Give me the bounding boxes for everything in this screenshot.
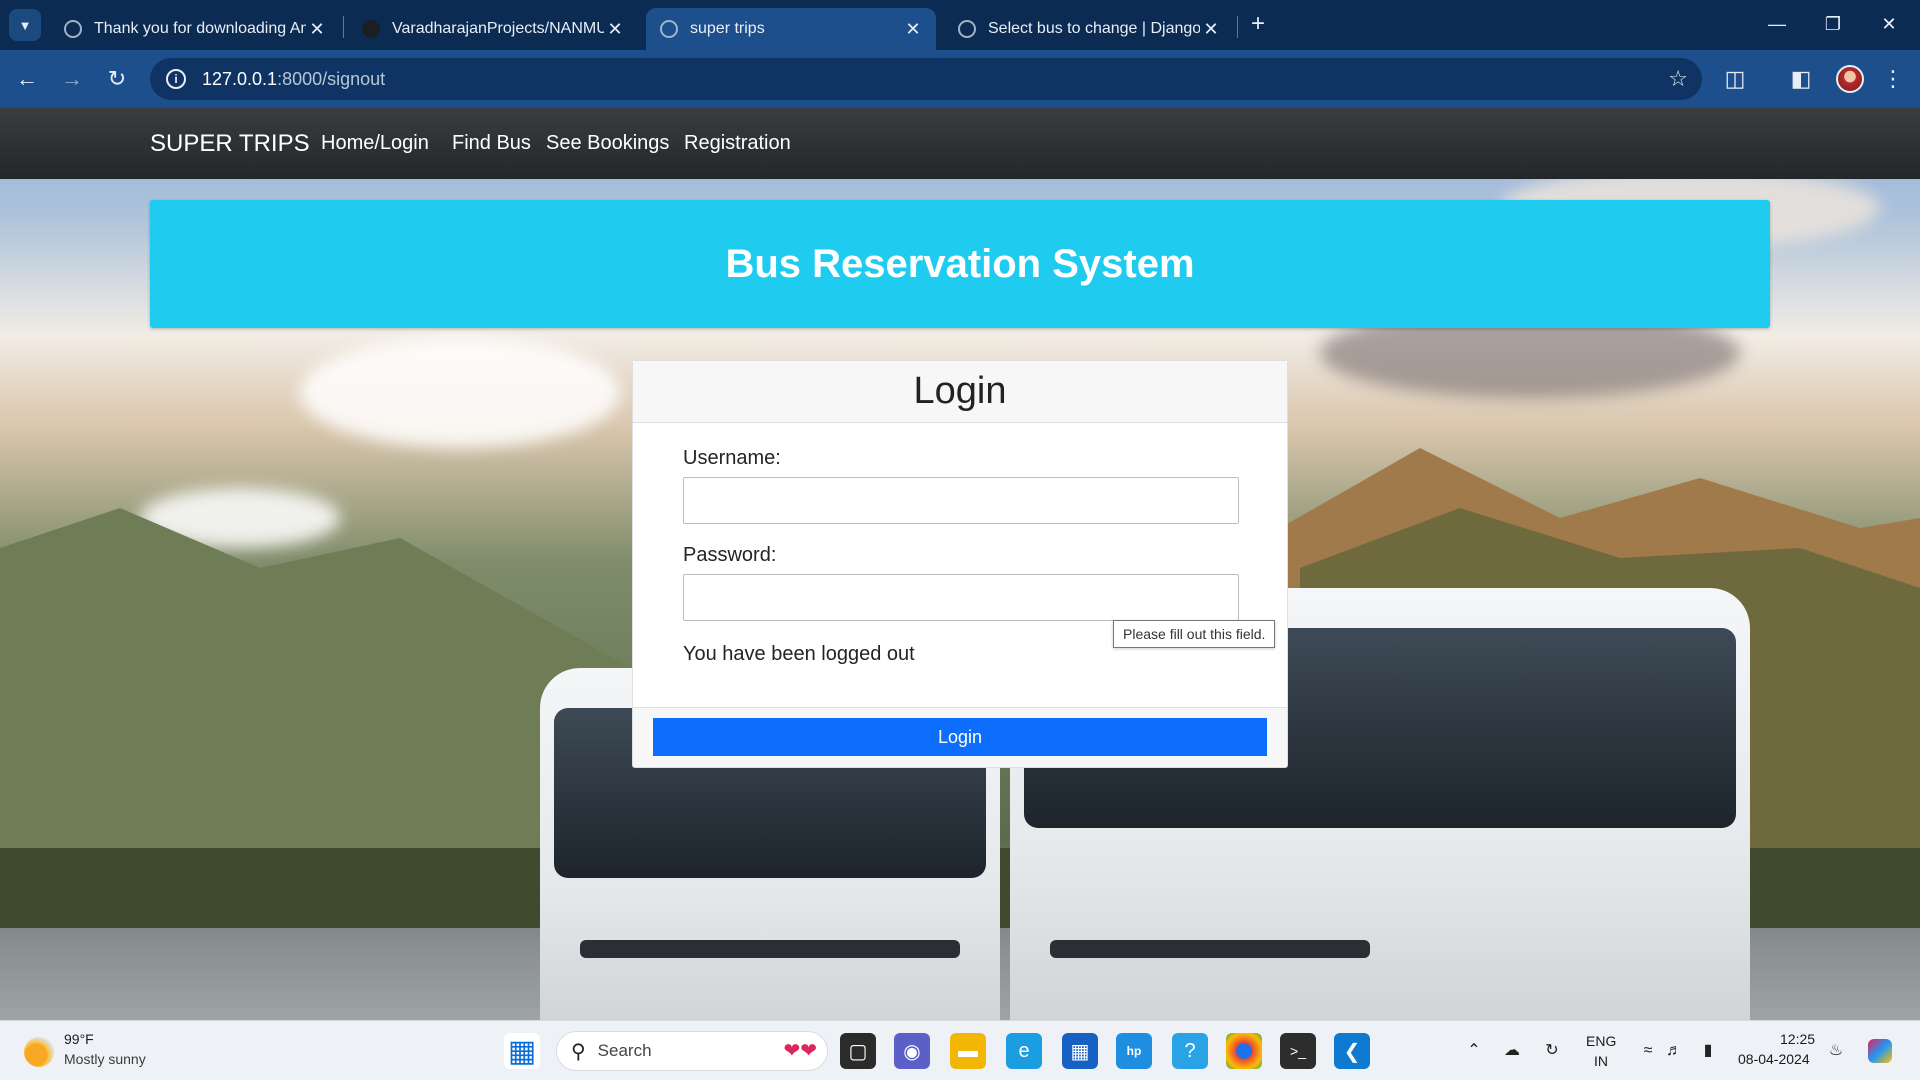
reload-icon[interactable]: ↻ bbox=[100, 62, 134, 96]
windows-taskbar: 99°F Mostly sunny ▦ ⚲ Search ❤❤ ▢ ◉ ▬ e … bbox=[0, 1020, 1920, 1080]
side-panel-icon[interactable]: ◧ bbox=[1784, 62, 1818, 96]
weather-desc: Mostly sunny bbox=[64, 1051, 146, 1067]
close-icon[interactable]: ✕ bbox=[1200, 19, 1222, 40]
nav-home-login[interactable]: Home/Login bbox=[321, 132, 429, 155]
teams-chat-icon[interactable]: ◉ bbox=[894, 1033, 930, 1069]
login-button[interactable]: Login bbox=[653, 718, 1267, 756]
globe-icon bbox=[660, 20, 678, 38]
language-top[interactable]: ENG bbox=[1586, 1033, 1616, 1049]
tab-title: Select bus to change | Django s bbox=[988, 20, 1200, 37]
logout-message: You have been logged out bbox=[683, 643, 915, 665]
clock-time[interactable]: 12:25 bbox=[1780, 1031, 1815, 1047]
sun-cloud-icon bbox=[24, 1037, 54, 1067]
wifi-icon[interactable]: ≈ bbox=[1636, 1039, 1660, 1063]
page-viewport: SUPER TRIPS Home/Login Find Bus See Book… bbox=[0, 108, 1920, 1020]
file-explorer-icon[interactable]: ▬ bbox=[950, 1033, 986, 1069]
windows-start-icon[interactable]: ▦ bbox=[504, 1033, 540, 1069]
globe-icon bbox=[64, 20, 82, 38]
tab-search-button[interactable]: ▼ bbox=[9, 9, 41, 41]
extensions-icon[interactable]: ◫ bbox=[1718, 62, 1752, 96]
validation-tooltip: Please fill out this field. bbox=[1113, 620, 1276, 648]
weather-temp: 99°F bbox=[64, 1031, 94, 1047]
hero-banner: Bus Reservation System bbox=[150, 200, 1770, 328]
username-input[interactable] bbox=[683, 477, 1239, 524]
search-highlight-icon: ❤❤ bbox=[783, 1040, 817, 1062]
brand-logo-text[interactable]: SUPER TRIPS bbox=[150, 130, 310, 158]
tab-separator bbox=[1237, 16, 1238, 38]
notification-bell-icon[interactable]: ♨ bbox=[1824, 1039, 1848, 1063]
taskbar-search[interactable]: ⚲ Search ❤❤ bbox=[556, 1031, 828, 1071]
battery-icon[interactable]: ▮ bbox=[1696, 1039, 1720, 1063]
minimize-button[interactable]: — bbox=[1754, 8, 1800, 40]
tab-title: super trips bbox=[690, 20, 765, 37]
bookmark-star-icon[interactable]: ☆ bbox=[1668, 66, 1688, 92]
window-close-button[interactable]: ✕ bbox=[1866, 8, 1912, 40]
microsoft-store-icon[interactable]: ▦ bbox=[1062, 1033, 1098, 1069]
volume-icon[interactable]: ♬ bbox=[1662, 1039, 1686, 1063]
card-header: Login bbox=[633, 361, 1287, 423]
menu-kebab-icon[interactable]: ⋮ bbox=[1876, 62, 1910, 96]
close-icon[interactable]: ✕ bbox=[902, 19, 924, 40]
chevron-up-icon[interactable]: ⌃ bbox=[1462, 1039, 1486, 1063]
browser-tab-bar: ▼ Thank you for downloading Any ✕ Varadh… bbox=[0, 0, 1920, 50]
forward-arrow-icon[interactable]: → bbox=[55, 62, 89, 96]
tab-github[interactable]: VaradharajanProjects/NANMUD ✕ bbox=[348, 8, 638, 50]
browser-toolbar: ← → ↻ i 127.0.0.1:8000/signout ☆ ◫ ◧ ⋮ bbox=[0, 50, 1920, 108]
login-title: Login bbox=[913, 370, 1007, 412]
chrome-icon[interactable] bbox=[1226, 1033, 1262, 1069]
clock-date[interactable]: 08-04-2024 bbox=[1738, 1051, 1810, 1067]
copilot-icon[interactable] bbox=[1868, 1039, 1892, 1063]
nav-registration[interactable]: Registration bbox=[684, 132, 791, 155]
profile-avatar[interactable] bbox=[1836, 65, 1864, 93]
terminal-icon[interactable]: >_ bbox=[1280, 1033, 1316, 1069]
password-input[interactable] bbox=[683, 574, 1239, 621]
language-bottom[interactable]: IN bbox=[1594, 1053, 1608, 1069]
tab-super-trips[interactable]: super trips ✕ bbox=[646, 8, 936, 50]
new-tab-button[interactable]: + bbox=[1244, 10, 1272, 40]
vscode-icon[interactable]: ❮ bbox=[1334, 1033, 1370, 1069]
tab-title: Thank you for downloading Any bbox=[94, 20, 306, 37]
tab-django-admin[interactable]: Select bus to change | Django s ✕ bbox=[944, 8, 1234, 50]
username-label: Username: bbox=[683, 447, 781, 469]
back-arrow-icon[interactable]: ← bbox=[10, 62, 44, 96]
url-host: 127.0.0.1 bbox=[202, 68, 278, 89]
search-icon: ⚲ bbox=[571, 1040, 586, 1063]
tab-download[interactable]: Thank you for downloading Any ✕ bbox=[50, 8, 340, 50]
url-path: :8000/signout bbox=[277, 68, 386, 89]
restore-button[interactable]: ❐ bbox=[1810, 8, 1856, 40]
nav-see-bookings[interactable]: See Bookings bbox=[546, 132, 669, 155]
github-icon bbox=[362, 20, 380, 38]
address-bar[interactable]: i 127.0.0.1:8000/signout ☆ bbox=[150, 58, 1702, 100]
search-label: Search bbox=[597, 1041, 652, 1060]
close-icon[interactable]: ✕ bbox=[604, 19, 626, 40]
nav-find-bus[interactable]: Find Bus bbox=[452, 132, 531, 155]
myhp-icon[interactable]: hp bbox=[1116, 1033, 1152, 1069]
password-label: Password: bbox=[683, 544, 777, 566]
tab-title: VaradharajanProjects/NANMUD bbox=[392, 20, 604, 37]
login-card: Login Username: Password: You have been … bbox=[632, 360, 1288, 768]
sync-icon[interactable]: ↻ bbox=[1540, 1039, 1564, 1063]
card-footer: Login bbox=[633, 707, 1287, 767]
tab-separator bbox=[343, 16, 344, 38]
site-info-icon[interactable]: i bbox=[166, 69, 186, 89]
onedrive-icon[interactable]: ☁ bbox=[1500, 1039, 1524, 1063]
site-navbar: SUPER TRIPS Home/Login Find Bus See Book… bbox=[0, 108, 1920, 179]
close-icon[interactable]: ✕ bbox=[306, 19, 328, 40]
hero-title: Bus Reservation System bbox=[725, 241, 1195, 286]
task-view-icon[interactable]: ▢ bbox=[840, 1033, 876, 1069]
help-icon[interactable]: ? bbox=[1172, 1033, 1208, 1069]
edge-browser-icon[interactable]: e bbox=[1006, 1033, 1042, 1069]
globe-icon bbox=[958, 20, 976, 38]
